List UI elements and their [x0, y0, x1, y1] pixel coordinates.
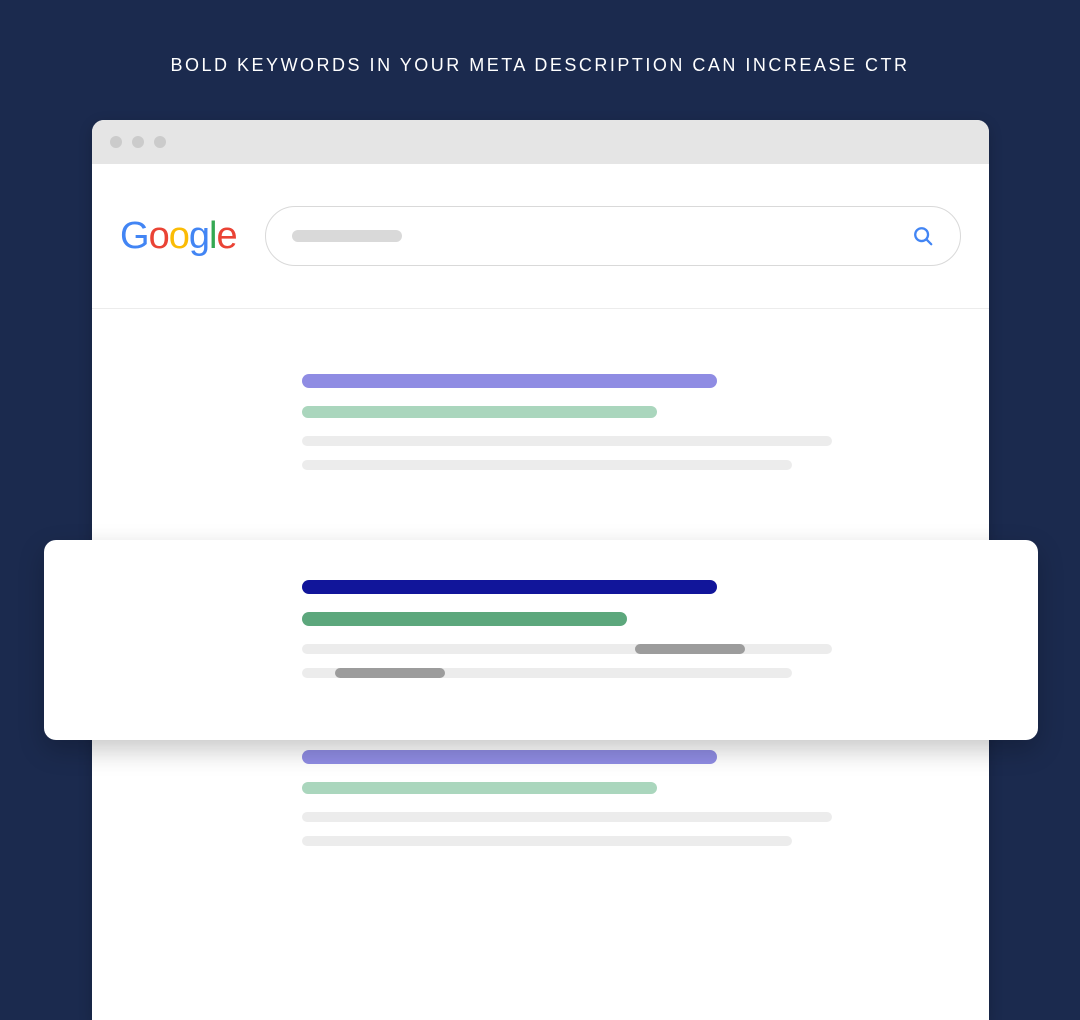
- highlighted-search-result[interactable]: [44, 540, 1038, 740]
- logo-letter: g: [189, 215, 209, 258]
- search-icon[interactable]: [912, 225, 934, 247]
- result-title-placeholder: [302, 580, 717, 594]
- logo-letter: G: [120, 215, 149, 258]
- result-url-placeholder: [302, 782, 657, 794]
- result-description-line: [302, 436, 832, 446]
- bold-keyword-highlight: [335, 668, 445, 678]
- result-title-placeholder: [302, 750, 717, 764]
- page-heading: BOLD KEYWORDS IN YOUR META DESCRIPTION C…: [0, 0, 1080, 76]
- browser-titlebar: [92, 120, 989, 164]
- logo-letter: l: [209, 215, 216, 258]
- result-title-placeholder: [302, 374, 717, 388]
- result-description-line: [302, 836, 792, 846]
- logo-letter: o: [169, 215, 189, 258]
- result-url-placeholder: [302, 406, 657, 418]
- result-url-placeholder: [302, 612, 627, 626]
- search-result[interactable]: [302, 750, 925, 846]
- result-description-line: [302, 812, 832, 822]
- google-logo[interactable]: G o o g l e: [120, 215, 237, 258]
- logo-letter: e: [216, 215, 236, 258]
- bold-keyword-highlight: [635, 644, 745, 654]
- window-minimize-dot[interactable]: [132, 136, 144, 148]
- search-input[interactable]: [265, 206, 961, 266]
- window-close-dot[interactable]: [110, 136, 122, 148]
- search-query-placeholder: [292, 230, 402, 242]
- window-zoom-dot[interactable]: [154, 136, 166, 148]
- search-header: G o o g l e: [92, 164, 989, 309]
- result-description-line: [302, 644, 832, 654]
- search-result[interactable]: [302, 374, 925, 470]
- logo-letter: o: [149, 215, 169, 258]
- result-description-line: [302, 668, 792, 678]
- result-description-line: [302, 460, 792, 470]
